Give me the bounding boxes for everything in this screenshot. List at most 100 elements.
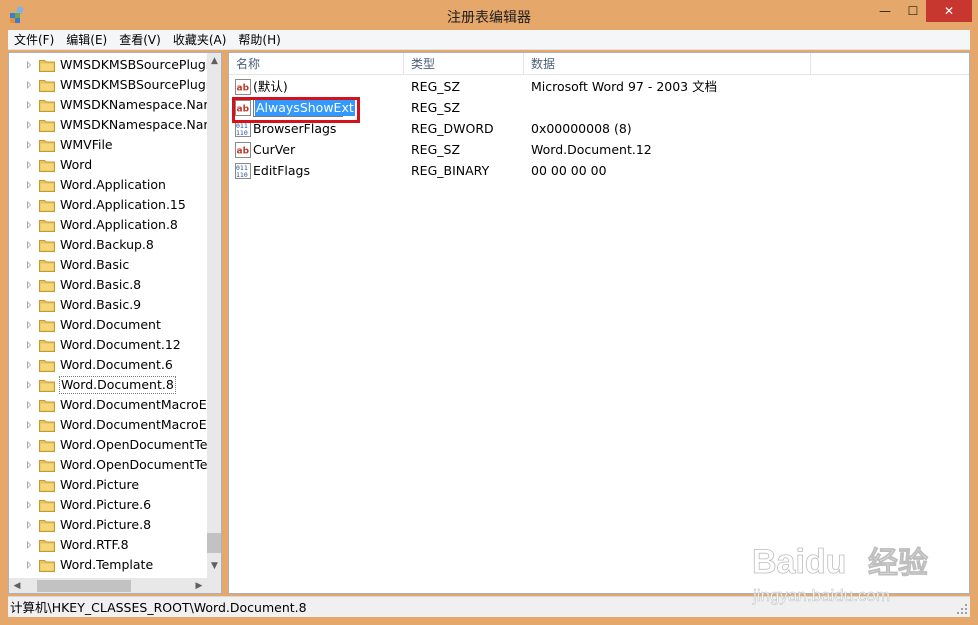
tree-item[interactable]: Word.Picture.8 [9,515,207,535]
folder-icon [39,398,55,412]
expand-arrow-icon[interactable] [27,321,31,329]
tree-item[interactable]: Word.Basic.9 [9,295,207,315]
expand-arrow-icon[interactable] [27,481,31,489]
folder-icon [39,298,55,312]
expand-arrow-icon[interactable] [27,361,31,369]
folder-icon [39,158,55,172]
tree-item-label: Word.Backup.8 [60,237,154,252]
expand-arrow-icon[interactable] [27,461,31,469]
menu-file[interactable]: 文件(F) [8,30,60,50]
tree-item[interactable]: WMSDKMSBSourcePlugi [9,75,207,95]
tree-item[interactable]: Word.Document.8 [9,375,207,395]
value-row[interactable]: ab CurVer REG_SZ Word.Document.12 [229,140,829,161]
close-button[interactable]: ✕ [926,0,972,22]
menu-help[interactable]: 帮助(H) [232,30,286,50]
title-bar[interactable]: 注册表编辑器 — ☐ ✕ [0,0,978,30]
tree-item[interactable]: Word.Picture [9,475,207,495]
tree-item-label: Word.Picture.6 [60,497,152,512]
tree-item[interactable]: WMSDKMSBSourcePlugi [9,55,207,75]
column-header-row: 名称 类型 数据 [229,53,969,75]
column-header-type[interactable]: 类型 [404,53,524,75]
folder-icon [39,458,55,472]
tree-item[interactable]: Word.Document.6 [9,355,207,375]
tree-item[interactable]: Word.Document [9,315,207,335]
tree-item[interactable]: Word.Document.12 [9,335,207,355]
expand-arrow-icon[interactable] [27,401,31,409]
expand-arrow-icon[interactable] [27,61,31,69]
tree-horizontal-scroll-thumb[interactable] [37,580,131,592]
expand-arrow-icon[interactable] [27,121,31,129]
value-row[interactable]: 011 110 EditFlags REG_BINARY 00 00 00 00 [229,161,829,182]
scroll-down-icon[interactable]: ▼ [207,558,221,574]
expand-arrow-icon[interactable] [27,81,31,89]
expand-arrow-icon[interactable] [27,281,31,289]
expand-arrow-icon[interactable] [27,381,31,389]
tree-vertical-scroll-thumb[interactable] [207,533,221,553]
value-data-label: 00 00 00 00 [531,163,607,178]
tree-item[interactable]: WMSDKNamespace.Nam [9,95,207,115]
minimize-button[interactable]: — [870,0,900,22]
expand-arrow-icon[interactable] [27,141,31,149]
string-value-icon: ab [235,142,251,158]
tree-item[interactable]: Word.DocumentMacroEr [9,415,207,435]
scroll-right-icon[interactable]: ▶ [191,578,207,593]
tree-item[interactable]: Word.RTF.8 [9,535,207,555]
tree-item-label: Word.Document.12 [60,337,181,352]
key-path-label: 计算机\HKEY_CLASSES_ROOT\Word.Document.8 [10,600,307,615]
expand-arrow-icon[interactable] [27,221,31,229]
tree-vertical-scrollbar[interactable]: ▲ ▼ [207,53,221,578]
tree-item-label: Word.Document.8 [59,376,176,394]
maximize-button[interactable]: ☐ [900,0,926,22]
scroll-up-icon[interactable]: ▲ [207,53,221,69]
svg-text:Baidu: Baidu [752,543,846,581]
expand-arrow-icon[interactable] [27,501,31,509]
tree-item-label: Word.Basic.9 [60,297,142,312]
tree-item[interactable]: Word.OpenDocumentTex [9,435,207,455]
window-title: 注册表编辑器 [447,10,531,26]
tree-item[interactable]: Word.OpenDocumentTex [9,455,207,475]
key-tree: WMSDKMSBSourcePlugi WMSDKMSBSourcePlugi WM… [9,53,207,578]
folder-icon [39,78,55,92]
menu-favorites[interactable]: 收藏夹(A) [167,30,233,50]
tree-item[interactable]: WMSDKNamespace.Nam [9,115,207,135]
menu-edit[interactable]: 编辑(E) [60,30,113,50]
expand-arrow-icon[interactable] [27,241,31,249]
baidu-jingyan-watermark: Baidu 经验 jingyan.baidu.com [752,543,929,605]
tree-item[interactable]: Word.Application.15 [9,195,207,215]
tree-item[interactable]: Word.Picture.6 [9,495,207,515]
column-header-data[interactable]: 数据 [524,53,811,75]
expand-arrow-icon[interactable] [27,181,31,189]
tree-item[interactable]: Word.Basic [9,255,207,275]
expand-arrow-icon[interactable] [27,521,31,529]
expand-arrow-icon[interactable] [27,301,31,309]
tree-item[interactable]: Word.Backup.8 [9,235,207,255]
expand-arrow-icon[interactable] [27,161,31,169]
tree-item[interactable]: Word.Application [9,175,207,195]
column-header-name[interactable]: 名称 [229,53,404,75]
expand-arrow-icon[interactable] [27,561,31,569]
values-list-panel[interactable]: 名称 类型 数据 ab (默认) REG_SZ Microsoft Word 97 -… [228,52,970,594]
tree-item[interactable]: Word.Application.8 [9,215,207,235]
value-row[interactable]: ab (默认) REG_SZ Microsoft Word 97 - 2003 文档 [229,77,829,98]
annotation-highlight-box [232,97,360,123]
tree-item[interactable]: Word.Template [9,555,207,575]
folder-icon [39,58,55,72]
expand-arrow-icon[interactable] [27,341,31,349]
expand-arrow-icon[interactable] [27,101,31,109]
tree-item[interactable]: Word.DocumentMacroEr [9,395,207,415]
tree-item[interactable]: WMVFile [9,135,207,155]
scroll-left-icon[interactable]: ◀ [9,578,25,593]
expand-arrow-icon[interactable] [27,441,31,449]
value-type-label: REG_SZ [411,142,461,157]
expand-arrow-icon[interactable] [27,541,31,549]
expand-arrow-icon[interactable] [27,261,31,269]
expand-arrow-icon[interactable] [27,421,31,429]
folder-icon [39,538,55,552]
tree-item[interactable]: Word.Basic.8 [9,275,207,295]
key-tree-panel[interactable]: WMSDKMSBSourcePlugi WMSDKMSBSourcePlugi WM… [8,52,222,594]
menu-view[interactable]: 查看(V) [113,30,167,50]
tree-item[interactable]: Word [9,155,207,175]
folder-icon [39,118,55,132]
expand-arrow-icon[interactable] [27,201,31,209]
tree-horizontal-scrollbar[interactable]: ◀ ▶ [9,578,221,593]
